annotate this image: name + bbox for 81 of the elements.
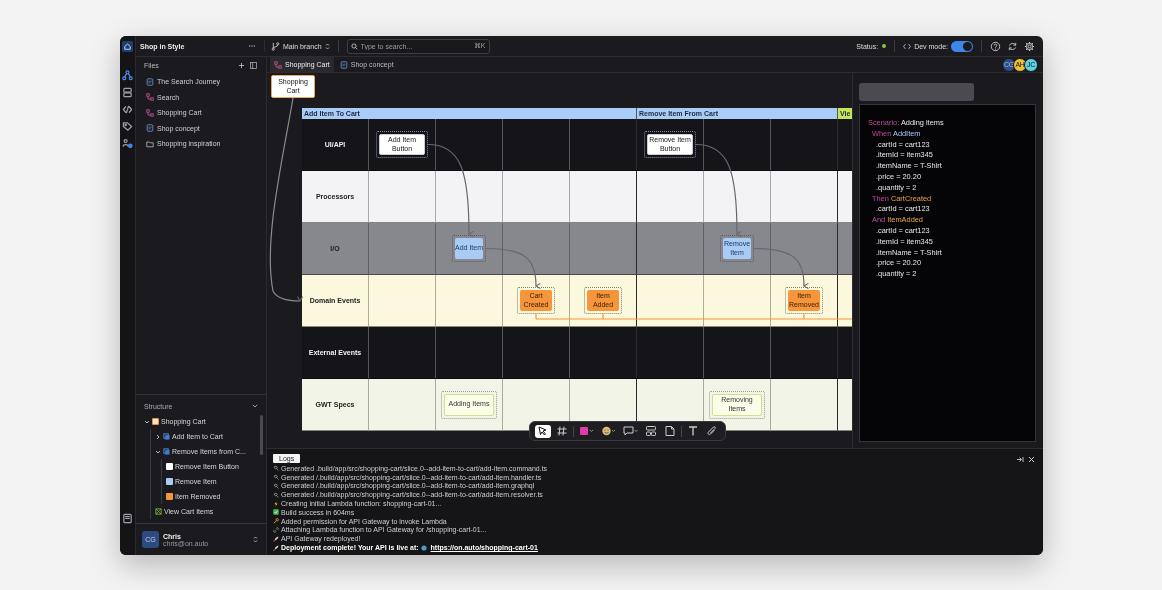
book-icon[interactable] [122, 513, 133, 524]
chevron-down-icon[interactable] [252, 404, 258, 408]
color-square [166, 463, 173, 470]
code-icon[interactable] [122, 104, 133, 115]
globe-icon [420, 544, 427, 551]
smiley-icon [601, 425, 616, 437]
panel-icon[interactable] [250, 61, 257, 69]
text-icon [687, 425, 699, 437]
home-icon[interactable] [122, 40, 133, 52]
lane-cell [503, 171, 570, 223]
spec-editor[interactable] [859, 104, 1036, 442]
key-icon [273, 518, 279, 525]
color-square [152, 418, 159, 425]
color-square [166, 493, 173, 500]
lane-cell [436, 327, 503, 379]
people-icon[interactable] [122, 138, 133, 149]
chevron-up-down-icon[interactable] [253, 536, 258, 543]
layers-icon [163, 448, 170, 455]
connector-arrow [485, 247, 541, 289]
document-icon [339, 60, 348, 69]
checkmark-icon [273, 509, 279, 516]
branch-icon [271, 41, 280, 51]
wrench-icon [273, 483, 279, 489]
lane-cell [570, 171, 637, 223]
document-icon [146, 77, 154, 86]
dev-mode-toggle[interactable] [951, 40, 973, 52]
tool-button[interactable] [662, 424, 678, 438]
settings-icon[interactable] [1024, 40, 1035, 52]
refresh-icon[interactable] [1007, 40, 1018, 52]
search-icon [350, 42, 358, 50]
wrench-icon [273, 465, 279, 472]
pointer-icon [537, 425, 549, 437]
lane-cell [369, 327, 436, 379]
database-icon[interactable] [122, 87, 133, 98]
paperclip-icon [706, 425, 718, 437]
nodes-icon [146, 93, 154, 102]
lane-cell [369, 275, 436, 327]
nodes-icon [274, 60, 282, 69]
link-icon [273, 526, 279, 533]
layout-icon [645, 425, 657, 437]
tool-button[interactable] [643, 424, 659, 438]
chevron-down-icon[interactable] [155, 448, 161, 455]
chevron-right-icon[interactable] [155, 433, 161, 440]
comment-icon [623, 425, 638, 437]
lane-cell [503, 119, 570, 171]
tool-button[interactable] [535, 424, 551, 438]
lane-cell [503, 327, 570, 379]
scrollbar[interactable] [260, 415, 263, 455]
view-icon [155, 508, 162, 515]
chevron-down-icon[interactable] [144, 418, 150, 425]
page-icon [664, 425, 676, 437]
layers-icon [163, 433, 170, 440]
hash-icon [556, 425, 568, 437]
dock-icon[interactable] [1016, 456, 1024, 463]
code-icon [903, 42, 912, 50]
color-swatch-icon [579, 425, 594, 437]
plus-icon[interactable] [238, 61, 245, 69]
rocket-icon [273, 544, 279, 551]
lane-cell [369, 171, 436, 223]
lane-cell [771, 119, 838, 171]
tool-button[interactable] [621, 424, 640, 438]
rocket-icon [273, 535, 279, 542]
lane-cell [704, 327, 771, 379]
lane-cell [771, 171, 838, 223]
lightning-icon [273, 500, 279, 507]
document-icon [146, 124, 154, 133]
wrench-icon [273, 474, 279, 481]
chevron-up-down-icon [324, 42, 330, 50]
tool-button[interactable] [599, 424, 618, 438]
tags-icon[interactable] [122, 121, 133, 132]
connector-arrow [753, 247, 809, 289]
close-icon[interactable] [1028, 456, 1035, 463]
color-square [166, 478, 173, 485]
help-icon[interactable] [990, 40, 1001, 52]
nodes-icon [146, 108, 154, 117]
lane-cell [637, 171, 704, 223]
folder-icon [146, 139, 154, 148]
nodes-icon[interactable] [122, 70, 133, 81]
more-icon[interactable] [248, 44, 256, 48]
lane-cell [637, 327, 704, 379]
wrench-icon [273, 491, 279, 498]
